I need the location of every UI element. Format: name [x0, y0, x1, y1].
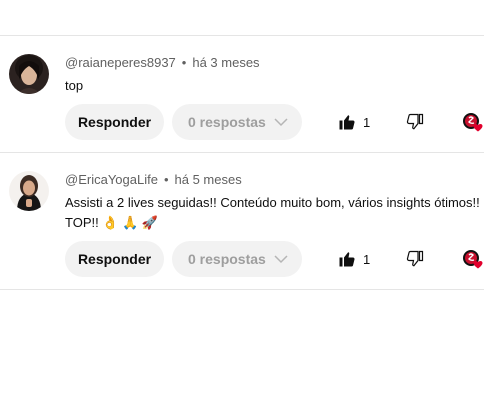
comment-time[interactable]: há 3 meses — [192, 55, 259, 70]
avatar[interactable] — [9, 54, 49, 94]
thumbs-down-icon[interactable] — [406, 113, 424, 131]
thumbs-down-icon[interactable] — [406, 250, 424, 268]
comment-time[interactable]: há 5 meses — [175, 172, 242, 187]
comment-meta: @EricaYogaLife • há 5 meses — [65, 172, 242, 187]
reply-button[interactable]: Responder — [65, 241, 164, 277]
chevron-down-icon — [274, 118, 288, 127]
thumbs-up-icon[interactable] — [338, 113, 356, 131]
replies-label: 0 respostas — [188, 114, 266, 130]
like-count: 1 — [363, 115, 371, 130]
like-count: 1 — [363, 252, 371, 267]
replies-button[interactable]: 0 respostas — [172, 104, 302, 140]
creator-heart-icon — [463, 113, 483, 132]
comment-text: top — [65, 78, 84, 93]
comment-text: Assisti a 2 lives seguidas!! Conteúdo mu… — [65, 195, 480, 230]
comment-author[interactable]: @EricaYogaLife — [65, 172, 158, 187]
chevron-down-icon — [274, 255, 288, 264]
thumbs-up-icon[interactable] — [338, 250, 356, 268]
comment-item: @EricaYogaLife • há 5 meses Assisti a 2 li… — [0, 153, 484, 289]
avatar[interactable] — [9, 171, 49, 211]
comment-divider — [0, 289, 484, 290]
comment-item: @raianeperes8937 • há 3 meses top Responde… — [0, 36, 484, 152]
creator-heart-icon — [463, 250, 483, 269]
replies-button[interactable]: 0 respostas — [172, 241, 302, 277]
reply-button[interactable]: Responder — [65, 104, 164, 140]
comment-meta: @raianeperes8937 • há 3 meses — [65, 55, 260, 70]
replies-label: 0 respostas — [188, 251, 266, 267]
meta-separator: • — [181, 55, 187, 70]
meta-separator: • — [163, 172, 169, 187]
comment-author[interactable]: @raianeperes8937 — [65, 55, 176, 70]
